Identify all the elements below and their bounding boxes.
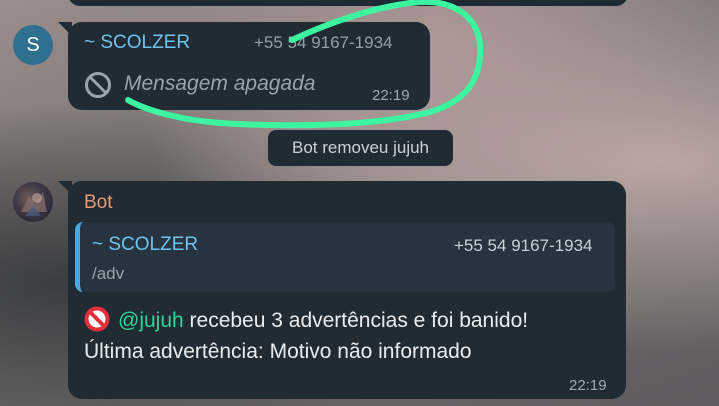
system-notice-text: Bot removeu jujuh xyxy=(291,138,430,157)
ban-message-text: recebeu 3 advertências e foi banido! xyxy=(183,309,529,332)
deleted-message-text: Mensagem apagada xyxy=(124,72,316,95)
quoted-sender-name: ~ SCOLZER xyxy=(92,234,199,255)
sender-name[interactable]: ~ SCOLZER xyxy=(84,32,190,54)
message-time: 22:19 xyxy=(372,87,410,104)
bot-sender-name[interactable]: Bot xyxy=(84,192,113,214)
sender-phone: +55 54 9167-1934 xyxy=(254,33,393,52)
previous-message-bubble[interactable] xyxy=(68,0,628,6)
user-mention-link[interactable]: @jujuh xyxy=(118,309,184,332)
prohibited-icon xyxy=(84,306,110,332)
bot-avatar-image xyxy=(21,192,47,216)
avatar[interactable]: S xyxy=(13,25,53,65)
warning-reason-text: Última advertência: Motivo não informado xyxy=(84,340,472,363)
quoted-sender-phone: +55 54 9167-1934 xyxy=(454,236,593,255)
deleted-message-icon xyxy=(85,72,111,98)
message-time: 22:19 xyxy=(569,377,607,394)
bot-avatar[interactable] xyxy=(13,182,53,222)
quoted-message[interactable] xyxy=(75,222,615,292)
system-notice: Bot removeu jujuh xyxy=(268,130,453,166)
avatar-letter: S xyxy=(26,33,40,56)
quoted-text: /adv xyxy=(92,264,125,283)
ban-message-line: @jujuh recebeu 3 advertências e foi bani… xyxy=(84,306,528,333)
